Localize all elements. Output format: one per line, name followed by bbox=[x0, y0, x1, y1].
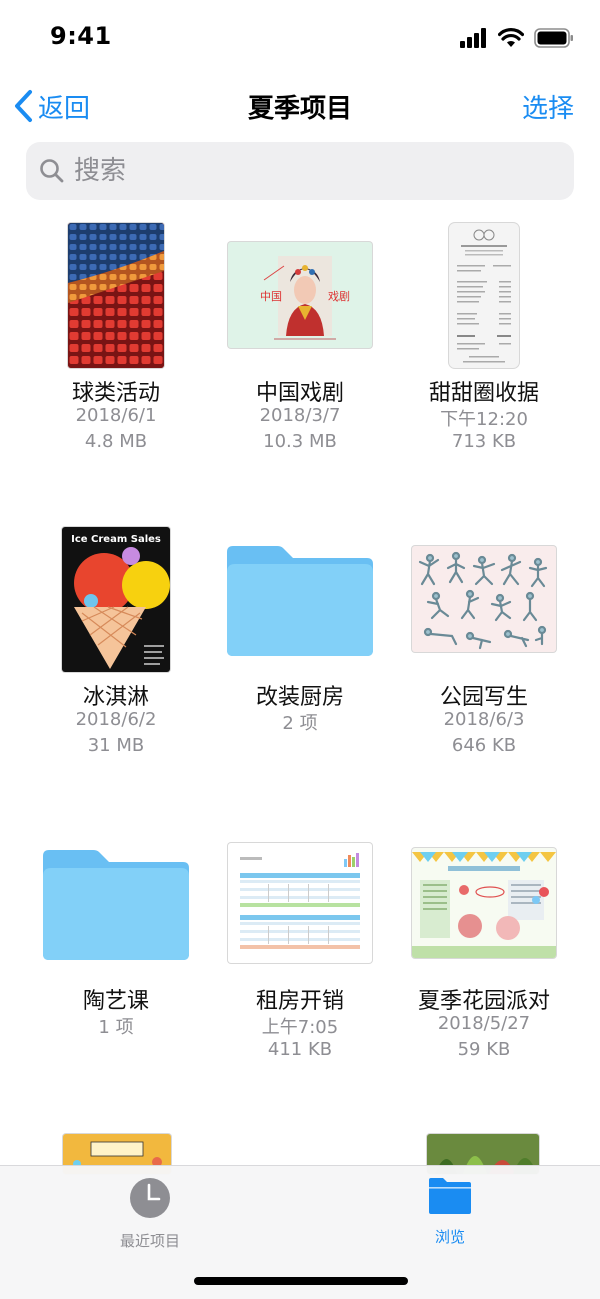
home-indicator[interactable] bbox=[194, 1277, 408, 1285]
tab-recents-label: 最近项目 bbox=[119, 1232, 180, 1250]
file-name: 球类活动 bbox=[71, 381, 160, 406]
folder-icon bbox=[227, 546, 373, 656]
file-name: 夏季花园派对 bbox=[417, 989, 550, 1014]
tab-recents[interactable]: 最近项目 bbox=[90, 1176, 210, 1251]
file-name: 公园写生 bbox=[439, 685, 528, 710]
file-size: 31 MB bbox=[87, 735, 145, 756]
file-size: 10.3 MB bbox=[263, 431, 337, 452]
folder-icon bbox=[43, 850, 189, 960]
wifi-icon bbox=[498, 28, 524, 47]
search-bar[interactable] bbox=[26, 142, 574, 200]
sketch-thumbnail bbox=[412, 546, 556, 652]
file-size: 4.8 MB bbox=[84, 431, 148, 452]
select-button[interactable]: 选择 bbox=[522, 88, 574, 125]
cellular-signal-icon bbox=[460, 28, 486, 48]
status-time: 9:41 bbox=[50, 22, 112, 50]
ice-cream-poster-thumbnail: Ice Cream Sales bbox=[62, 526, 170, 672]
search-icon bbox=[40, 159, 64, 183]
receipt-thumbnail bbox=[449, 222, 519, 368]
chinese-opera-thumbnail: 中国 戏剧 bbox=[228, 242, 372, 348]
file-size: 59 KB bbox=[457, 1039, 511, 1060]
navigation-bar: 返回 夏季项目 选择 bbox=[0, 72, 600, 138]
party-document-thumbnail bbox=[412, 848, 556, 958]
file-name: 陶艺课 bbox=[82, 989, 149, 1014]
poster-title: Ice Cream Sales bbox=[71, 534, 161, 545]
page-title: 夏季项目 bbox=[247, 94, 352, 124]
file-name: 改装厨房 bbox=[255, 685, 344, 710]
item-count: 1 项 bbox=[98, 1017, 134, 1038]
file-date: 2018/6/1 bbox=[75, 405, 157, 426]
spreadsheet-thumbnail bbox=[228, 843, 372, 963]
stadium-seats-thumbnail bbox=[68, 222, 164, 368]
svg-text:中国: 中国 bbox=[260, 290, 282, 303]
clock-icon bbox=[130, 1178, 170, 1218]
status-bar: 9:41 bbox=[0, 0, 600, 72]
file-name: 租房开销 bbox=[255, 989, 344, 1014]
file-size: 411 KB bbox=[267, 1039, 333, 1060]
file-date: 2018/6/2 bbox=[75, 709, 157, 730]
file-name: 中国戏剧 bbox=[255, 381, 344, 406]
battery-icon bbox=[534, 28, 573, 48]
file-date: 上午7:05 bbox=[261, 1017, 339, 1038]
file-size: 713 KB bbox=[451, 431, 517, 452]
folder-icon bbox=[429, 1178, 471, 1214]
file-date: 2018/6/3 bbox=[443, 709, 525, 730]
tab-browse[interactable]: 浏览 bbox=[390, 1176, 510, 1247]
tab-browse-label: 浏览 bbox=[434, 1228, 465, 1246]
file-date: 2018/3/7 bbox=[259, 405, 341, 426]
status-icons bbox=[460, 26, 574, 50]
file-date: 2018/5/27 bbox=[437, 1013, 531, 1034]
file-name: 冰淇淋 bbox=[82, 685, 149, 710]
file-date: 下午12:20 bbox=[440, 409, 528, 430]
file-name: 甜甜圈收据 bbox=[428, 381, 539, 406]
item-count: 2 项 bbox=[282, 713, 318, 734]
svg-text:戏剧: 戏剧 bbox=[328, 290, 350, 303]
search-input[interactable] bbox=[74, 156, 554, 186]
file-size: 646 KB bbox=[451, 735, 517, 756]
